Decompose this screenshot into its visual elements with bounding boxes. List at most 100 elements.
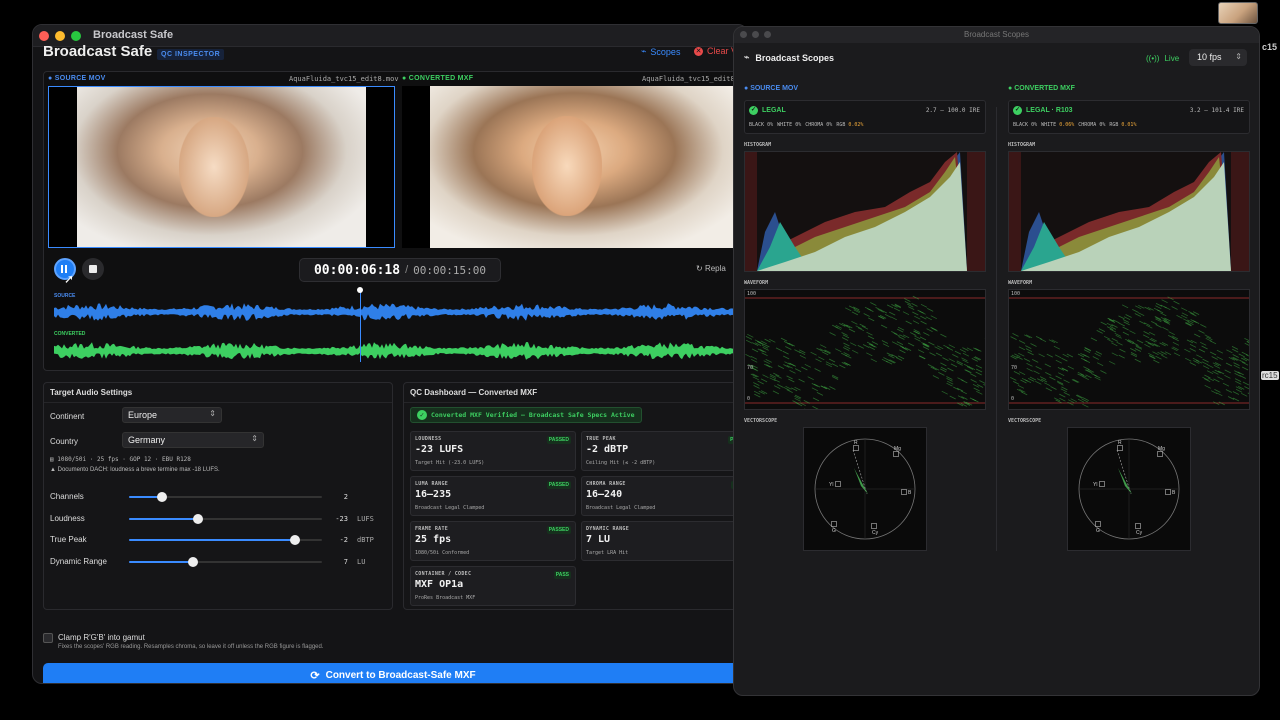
warning-icon: ▲ (50, 467, 56, 473)
qc-card-title: FRAME RATE (415, 526, 449, 532)
scopes-window: Broadcast Scopes ⌁ Broadcast Scopes ((•)… (733, 26, 1260, 696)
slider-track[interactable] (129, 513, 322, 524)
waveform-trace (1096, 362, 1104, 367)
stop-button[interactable] (82, 258, 104, 280)
waveform-trace (848, 328, 856, 333)
vector-target-label: G (1096, 528, 1100, 534)
scopes-divider (996, 107, 997, 551)
check-circle-icon: ✓ (749, 106, 758, 115)
waveform-trace (938, 372, 945, 376)
waveform-trace (1010, 336, 1017, 340)
histogram-highlight-zone (967, 152, 985, 271)
close-window-button[interactable] (39, 31, 49, 41)
waveform-trace (804, 363, 811, 368)
slider-knob[interactable] (289, 535, 300, 545)
waveform-trace (1171, 306, 1178, 310)
waveform-trace (893, 332, 900, 337)
waveform-trace (1059, 397, 1066, 402)
waveform-trace (1053, 345, 1061, 350)
waveform-trace (760, 390, 768, 394)
waveform-trace (816, 392, 824, 396)
vector-target-label: B (908, 490, 912, 496)
waveform-plot (745, 295, 992, 413)
waveform-trace (1222, 382, 1230, 387)
vector-target-box (1095, 521, 1101, 527)
qc-card-title: CHROMA RANGE (586, 481, 626, 487)
slider-value[interactable]: -2 (318, 536, 348, 544)
source-scope-label-text: SOURCE MOV (750, 85, 799, 92)
clear-button[interactable]: ✕ Clear V (694, 46, 737, 56)
legal-status: ✓ LEGAL (749, 106, 786, 115)
minimize-window-button[interactable] (55, 31, 65, 41)
live-indicator[interactable]: ((•)) Live (1146, 54, 1179, 63)
waveform-trace (764, 363, 771, 368)
waveform-trace (801, 366, 808, 371)
waveform-trace (897, 355, 905, 360)
waveform-trace (828, 358, 836, 363)
slider-track[interactable] (129, 492, 322, 502)
qc-card-value: MXF OP1a (415, 579, 464, 590)
qc-card-title: LOUDNESS (415, 436, 442, 442)
convert-button[interactable]: ⟳ Convert to Broadcast-Safe MXF (43, 663, 743, 683)
playhead-line[interactable] (360, 290, 361, 362)
continent-select[interactable]: Europe ⇕ (122, 407, 222, 423)
main-window: Broadcast Safe Broadcast Safe QC INSPECT… (32, 24, 748, 684)
slider-track[interactable] (129, 535, 322, 545)
waveform-trace (976, 390, 983, 395)
waveform-trace (1085, 374, 1092, 379)
converted-waveform[interactable] (54, 340, 734, 362)
country-select[interactable]: Germany ⇕ (122, 432, 264, 448)
slider-value[interactable]: 2 (318, 493, 348, 501)
waveform-trace (973, 347, 980, 352)
waveform-trace (902, 311, 910, 316)
waveform-trace (810, 351, 817, 356)
converted-label: ● CONVERTED MXF (402, 75, 474, 82)
converted-video-frame[interactable] (402, 86, 744, 248)
clamp-checkbox[interactable] (43, 633, 53, 643)
slider-knob[interactable] (156, 492, 167, 502)
slider-fill (129, 539, 295, 541)
pulse-icon: ⌁ (744, 52, 750, 62)
slider-knob[interactable] (187, 556, 198, 567)
waveform-trace (970, 373, 977, 377)
waveform-trace (1184, 348, 1191, 353)
waveform-trace (1148, 331, 1156, 336)
slider-value[interactable]: -23 (318, 515, 348, 523)
waveform-trace (850, 342, 857, 347)
slider-track[interactable] (129, 556, 322, 567)
scopes-button[interactable]: ⌁ Scopes (641, 46, 680, 57)
slider-knob[interactable] (193, 513, 204, 524)
waveform-trace (919, 355, 926, 360)
waveform-trace (867, 335, 875, 340)
waveform-trace (1155, 355, 1162, 360)
pulse-icon: ⌁ (641, 46, 647, 56)
desktop-avatar-thumbnail (1218, 2, 1258, 24)
histogram-label: HISTOGRAM (1008, 142, 1036, 148)
waveform-trace (870, 358, 877, 363)
waveform-trace (794, 368, 802, 372)
status-badge: PASSED (546, 481, 571, 489)
replay-icon: ↻ (696, 264, 703, 273)
fps-select[interactable]: 10 fps ⇕ (1189, 49, 1247, 66)
playhead-handle[interactable] (357, 287, 363, 293)
source-video-frame[interactable] (48, 86, 395, 248)
waveform-trace (925, 316, 932, 321)
waveform-trace (782, 350, 789, 355)
replay-button[interactable]: ↻ Repla (696, 264, 726, 273)
zoom-window-button[interactable] (71, 31, 81, 41)
waveform-trace (829, 332, 836, 336)
waveform-trace (1172, 346, 1179, 351)
clamp-label[interactable]: Clamp R'G'B' into gamut (58, 633, 145, 642)
source-waveform-scope: 100 70 0 (744, 289, 992, 413)
waveform-trace (852, 349, 859, 354)
waveform-trace (813, 383, 821, 388)
slider-value[interactable]: 7 (318, 558, 348, 566)
waveform-trace (843, 342, 850, 347)
stat-group: WHITE 0.06% (1041, 122, 1074, 128)
converted-vectorscope: R Mg Yl B G Cy (1067, 427, 1191, 551)
source-waveform[interactable] (54, 301, 734, 323)
waveform-trace (1173, 300, 1180, 305)
waveform-shape (54, 342, 734, 360)
waveform-trace (1082, 403, 1089, 408)
waveform-trace (919, 310, 926, 315)
